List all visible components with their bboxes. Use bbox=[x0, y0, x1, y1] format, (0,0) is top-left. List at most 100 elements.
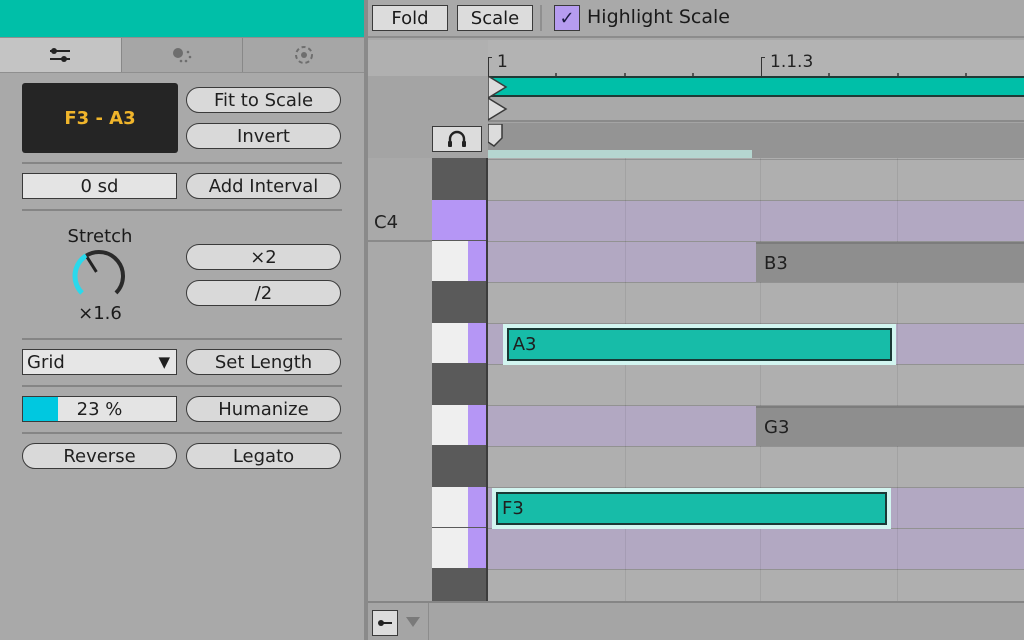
note-lane[interactable] bbox=[488, 528, 1024, 569]
ruler-tick bbox=[488, 57, 492, 76]
piano-key-c-sharp4[interactable] bbox=[432, 159, 486, 200]
divider bbox=[22, 385, 342, 387]
grid-line bbox=[896, 158, 898, 601]
note-lane[interactable] bbox=[488, 159, 1024, 200]
knob-value-arc bbox=[72, 253, 88, 295]
note-lane[interactable] bbox=[488, 200, 1024, 241]
bottom-separator bbox=[428, 603, 429, 640]
ruler-label: 1.1.3 bbox=[770, 52, 814, 72]
grid-line bbox=[624, 158, 626, 601]
multiply-two-button[interactable]: ×2 bbox=[186, 244, 341, 270]
piano-key-f-sharp3[interactable] bbox=[432, 446, 486, 487]
highlight-scale-checkbox[interactable]: ✓ bbox=[554, 5, 580, 31]
reverse-button[interactable]: Reverse bbox=[22, 443, 177, 469]
loop-bar[interactable] bbox=[488, 76, 1024, 97]
sliders-icon bbox=[50, 48, 71, 62]
start-marker-lane bbox=[488, 97, 1024, 122]
beat-ruler[interactable]: 1 1.1.3 bbox=[368, 40, 1024, 76]
piano-key-g-sharp3[interactable] bbox=[432, 364, 486, 405]
octave-divider bbox=[368, 240, 432, 242]
divider bbox=[22, 162, 342, 164]
note-lane[interactable] bbox=[488, 282, 1024, 323]
highlight-scale-label: Highlight Scale bbox=[587, 6, 730, 28]
scale-button[interactable]: Scale bbox=[457, 5, 533, 31]
bottom-bar bbox=[368, 601, 1024, 640]
ghost-note: G3 bbox=[756, 406, 1024, 446]
dropdown-arrow-icon: ▼ bbox=[158, 353, 170, 371]
ruler-tick bbox=[761, 57, 765, 76]
velocity-lane-icon bbox=[378, 620, 392, 626]
piano-key-d-sharp3[interactable] bbox=[432, 569, 486, 601]
clip-toolbar: Fold Scale ✓ Highlight Scale bbox=[368, 0, 1024, 38]
stretch-label: Stretch bbox=[67, 226, 133, 247]
humanize-fill bbox=[23, 397, 59, 421]
ruler-spacer bbox=[368, 40, 488, 76]
key-labels-column: C4 bbox=[368, 158, 432, 601]
loop-region[interactable] bbox=[488, 150, 752, 158]
piano-keyboard[interactable] bbox=[432, 158, 488, 601]
dots-generate-icon bbox=[173, 48, 192, 63]
scale-marker bbox=[468, 241, 486, 281]
piano-key-g3[interactable] bbox=[432, 405, 486, 445]
legato-button[interactable]: Legato bbox=[186, 443, 341, 469]
expand-arrow-icon[interactable] bbox=[406, 617, 420, 627]
knob-track bbox=[85, 250, 125, 295]
fit-to-scale-button[interactable]: Fit to Scale bbox=[186, 87, 341, 113]
interval-field[interactable]: 0 sd bbox=[22, 173, 177, 199]
playback-lane bbox=[488, 123, 1024, 150]
humanize-button[interactable]: Humanize bbox=[186, 396, 341, 422]
divider bbox=[22, 432, 342, 434]
preview-button[interactable] bbox=[432, 126, 482, 152]
midi-note[interactable]: A3 bbox=[506, 328, 892, 361]
tab-generate[interactable] bbox=[121, 38, 244, 72]
humanize-amount-value: 23 % bbox=[76, 398, 123, 420]
velocity-toggle-button[interactable] bbox=[372, 610, 398, 636]
set-length-button[interactable]: Set Length bbox=[186, 349, 341, 375]
stretch-knob[interactable] bbox=[66, 246, 132, 306]
range-display: F3 - A3 bbox=[22, 83, 178, 153]
piano-key-f3[interactable] bbox=[432, 487, 486, 527]
piano-key-b3[interactable] bbox=[432, 241, 486, 281]
midi-note[interactable]: F3 bbox=[496, 492, 887, 525]
note-lane[interactable] bbox=[488, 364, 1024, 405]
scale-marker bbox=[468, 405, 486, 445]
length-mode-value: Grid bbox=[27, 351, 65, 373]
scale-marker bbox=[468, 528, 486, 568]
note-lane[interactable] bbox=[488, 446, 1024, 487]
invert-button[interactable]: Invert bbox=[186, 123, 341, 149]
scale-marker bbox=[468, 323, 486, 363]
panel-tabs bbox=[0, 37, 365, 73]
ruler-label: 1 bbox=[497, 52, 508, 72]
piano-key-e3[interactable] bbox=[432, 528, 486, 568]
transform-panel: F3 - A3 Fit to Scale Invert 0 sd Add Int… bbox=[0, 0, 365, 640]
toolbar-separator bbox=[540, 5, 542, 31]
length-mode-select[interactable]: Grid ▼ bbox=[22, 349, 177, 375]
loop-marker-area bbox=[368, 76, 1024, 158]
tab-transform[interactable] bbox=[0, 38, 122, 72]
divider bbox=[22, 209, 342, 211]
note-grid[interactable]: B3 G3 A3 F3 bbox=[488, 158, 1024, 601]
start-marker-icon[interactable] bbox=[488, 98, 508, 122]
stretch-value: ×1.6 bbox=[78, 303, 122, 324]
target-dots-icon bbox=[294, 46, 313, 64]
loop-start-marker-icon[interactable] bbox=[488, 76, 508, 98]
divider bbox=[22, 338, 342, 340]
add-interval-button[interactable]: Add Interval bbox=[186, 173, 341, 199]
c4-label: C4 bbox=[374, 212, 399, 233]
knob-pointer bbox=[85, 256, 98, 273]
playhead-marker-icon[interactable] bbox=[488, 124, 504, 150]
scale-marker bbox=[468, 487, 486, 527]
panel-header bbox=[0, 0, 364, 37]
grid-line bbox=[760, 158, 762, 601]
note-lane[interactable] bbox=[488, 569, 1024, 601]
tab-focus[interactable] bbox=[243, 38, 365, 72]
fold-button[interactable]: Fold bbox=[372, 5, 448, 31]
divide-two-button[interactable]: /2 bbox=[186, 280, 341, 306]
piano-key-a3[interactable] bbox=[432, 323, 486, 363]
humanize-amount-slider[interactable]: 23 % bbox=[22, 396, 177, 422]
piano-key-a-sharp3[interactable] bbox=[432, 282, 486, 323]
checkmark-icon: ✓ bbox=[559, 7, 575, 29]
headphones-icon bbox=[448, 130, 466, 147]
ghost-note: B3 bbox=[756, 242, 1024, 282]
piano-key-c4[interactable] bbox=[432, 200, 486, 240]
